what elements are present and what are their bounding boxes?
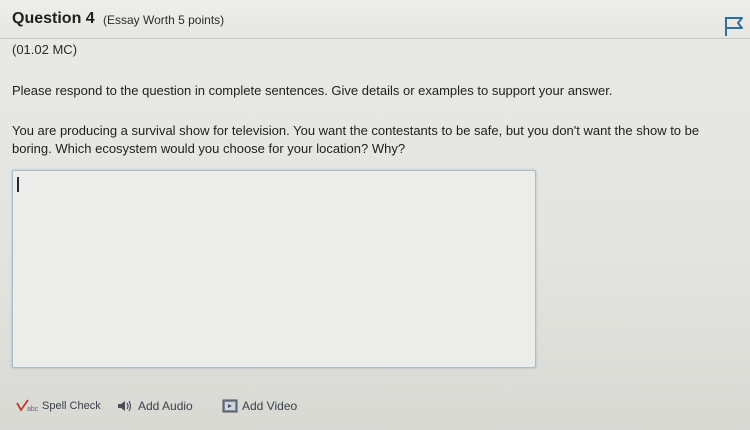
question-worth: (Essay Worth 5 points) [103, 13, 225, 27]
film-icon [222, 399, 238, 413]
question-code: (01.02 MC) [12, 42, 78, 57]
spell-check-button[interactable]: abc Spell Check [16, 394, 101, 418]
add-audio-button[interactable]: Add Audio [116, 394, 193, 418]
spell-check-label: Spell Check [42, 400, 101, 412]
add-video-label: Add Video [242, 399, 298, 413]
question-instructions: Please respond to the question in comple… [12, 83, 613, 98]
essay-answer-textarea[interactable] [12, 170, 536, 368]
question-prompt: You are producing a survival show for te… [12, 123, 700, 156]
editor-toolbar: abc Spell Check Add Audio Add Video [12, 394, 332, 420]
add-video-button[interactable]: Add Video [222, 394, 297, 418]
question-header: Question 4 (Essay Worth 5 points) [0, 0, 750, 39]
question-title: Question 4 [12, 10, 95, 27]
flag-icon[interactable] [723, 15, 745, 37]
speaker-icon [116, 399, 134, 413]
text-cursor [17, 177, 19, 192]
svg-text:abc: abc [27, 406, 38, 413]
add-audio-label: Add Audio [138, 399, 193, 413]
spell-check-icon: abc [16, 399, 39, 413]
